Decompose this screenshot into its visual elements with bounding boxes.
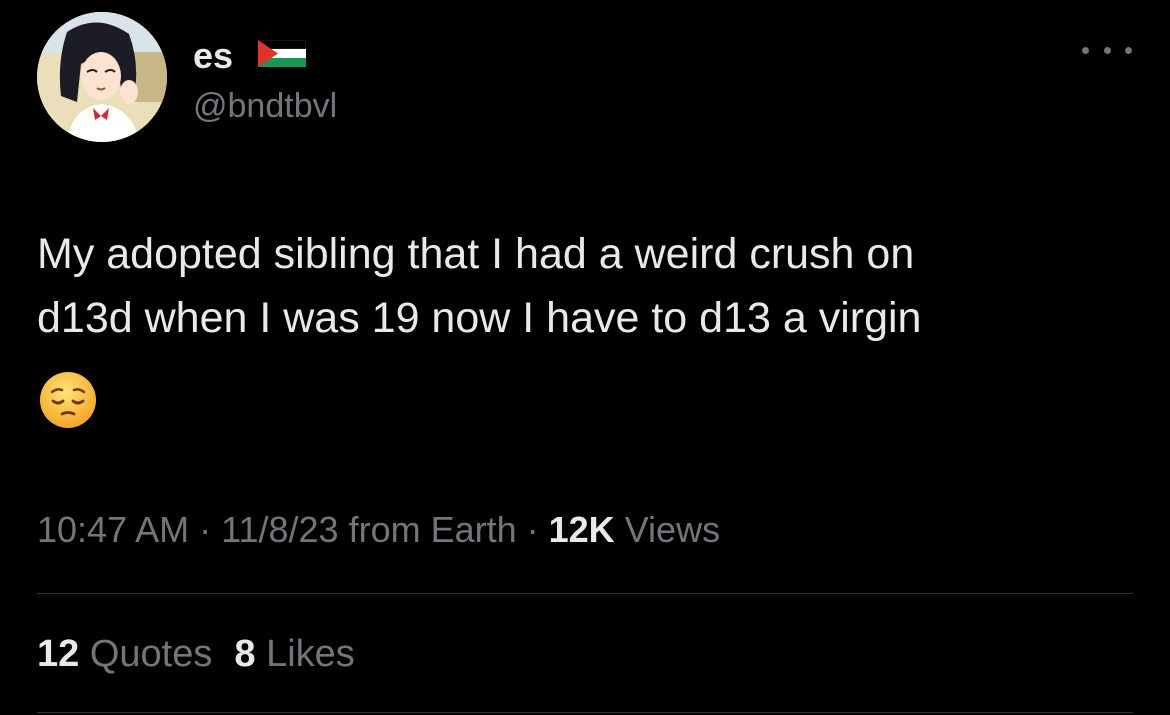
quotes-count: 12 — [37, 633, 80, 675]
meta-separator: · — [516, 509, 549, 550]
pensive-face-emoji — [40, 372, 96, 428]
tweet-text: My adopted sibling that I had a weird cr… — [37, 230, 922, 342]
more-options-icon[interactable] — [1082, 38, 1132, 62]
more-dot — [1082, 46, 1089, 54]
likes-label: Likes — [266, 633, 355, 675]
tweet: es @bndtbvl My adopted sibling that I ha… — [0, 0, 1170, 715]
anime-character-avatar — [37, 12, 167, 142]
divider — [37, 712, 1133, 713]
divider — [37, 593, 1133, 594]
tweet-metadata: 10:47 AM · 11/8/23 from Earth · 12K View… — [37, 506, 720, 554]
palestine-flag-icon — [258, 40, 306, 67]
quotes-stat[interactable]: 12 Quotes — [37, 630, 212, 678]
quotes-label: Quotes — [89, 633, 213, 675]
likes-stat[interactable]: 8 Likes — [234, 630, 354, 678]
more-dot — [1125, 46, 1132, 54]
user-handle[interactable]: @bndtbvl — [193, 86, 337, 126]
avatar[interactable] — [37, 12, 167, 142]
tweet-date[interactable]: 11/8/23 — [221, 509, 338, 550]
more-dot — [1103, 46, 1111, 54]
engagement-stats: 12 Quotes 8 Likes — [37, 630, 377, 678]
meta-separator: · — [189, 509, 222, 550]
tweet-source: from Earth — [348, 509, 517, 550]
tweet-time[interactable]: 10:47 AM — [37, 509, 189, 550]
display-name[interactable]: es — [193, 36, 233, 76]
likes-count: 8 — [234, 633, 256, 675]
views-count: 12K — [548, 509, 615, 550]
views-label: Views — [624, 509, 721, 550]
